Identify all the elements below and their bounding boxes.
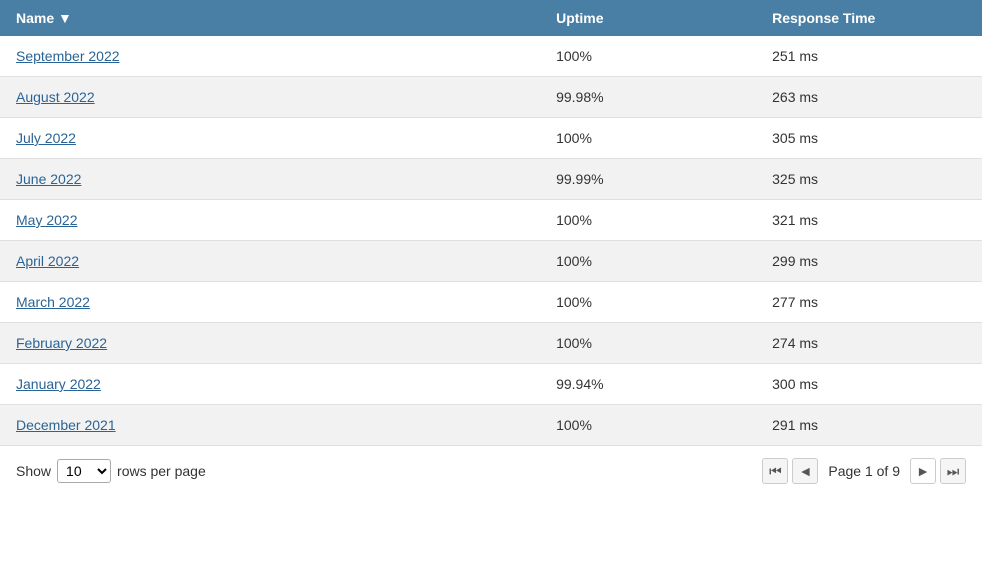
cell-response-time: 325 ms: [756, 159, 982, 200]
row-link[interactable]: June 2022: [16, 171, 81, 187]
data-table: Name ▼ Uptime Response Time September 20…: [0, 0, 982, 446]
show-label: Show: [16, 463, 51, 479]
table-row: April 2022 100%299 ms: [0, 241, 982, 282]
prev-page-button[interactable]: ◄: [792, 458, 818, 484]
row-link[interactable]: September 2022: [16, 48, 120, 64]
cell-response-time: 291 ms: [756, 405, 982, 446]
cell-name: September 2022: [0, 36, 540, 77]
table-row: May 2022 100%321 ms: [0, 200, 982, 241]
table-body: September 2022100%251 msAugust 202299.98…: [0, 36, 982, 446]
cell-response-time: 274 ms: [756, 323, 982, 364]
last-page-button[interactable]: ⏭: [940, 458, 966, 484]
first-page-button[interactable]: ⏮: [762, 458, 788, 484]
cell-response-time: 305 ms: [756, 118, 982, 159]
cell-uptime: 100%: [540, 405, 756, 446]
cell-response-time: 263 ms: [756, 77, 982, 118]
table-row: March 2022 100%277 ms: [0, 282, 982, 323]
row-link[interactable]: January 2022: [16, 376, 101, 392]
cell-name: February 2022: [0, 323, 540, 364]
col-header-name[interactable]: Name ▼: [0, 0, 540, 36]
rows-per-page-control: Show 102550100 rows per page: [16, 459, 206, 483]
row-link[interactable]: February 2022: [16, 335, 107, 351]
cell-uptime: 99.98%: [540, 77, 756, 118]
table-row: September 2022 100%251 ms: [0, 36, 982, 77]
row-link[interactable]: December 2021: [16, 417, 116, 433]
page-info: Page 1 of 9: [828, 463, 900, 479]
cell-uptime: 100%: [540, 36, 756, 77]
cell-uptime: 100%: [540, 282, 756, 323]
table-row: February 2022 100%274 ms: [0, 323, 982, 364]
cell-name: March 2022: [0, 282, 540, 323]
rows-per-page-select[interactable]: 102550100: [57, 459, 111, 483]
col-header-response-time: Response Time: [756, 0, 982, 36]
cell-name: June 2022: [0, 159, 540, 200]
cell-uptime: 100%: [540, 241, 756, 282]
cell-response-time: 277 ms: [756, 282, 982, 323]
rows-per-page-label: rows per page: [117, 463, 206, 479]
table-row: December 2021 100%291 ms: [0, 405, 982, 446]
cell-name: April 2022: [0, 241, 540, 282]
cell-uptime: 99.99%: [540, 159, 756, 200]
cell-response-time: 251 ms: [756, 36, 982, 77]
cell-uptime: 100%: [540, 118, 756, 159]
next-page-button[interactable]: ►: [910, 458, 936, 484]
table-footer: Show 102550100 rows per page ⏮ ◄ Page 1 …: [0, 446, 982, 496]
row-link[interactable]: August 2022: [16, 89, 95, 105]
pagination-controls: ⏮ ◄ Page 1 of 9 ► ⏭: [762, 458, 966, 484]
cell-response-time: 299 ms: [756, 241, 982, 282]
cell-uptime: 100%: [540, 200, 756, 241]
row-link[interactable]: April 2022: [16, 253, 79, 269]
cell-response-time: 300 ms: [756, 364, 982, 405]
row-link[interactable]: March 2022: [16, 294, 90, 310]
cell-name: August 2022: [0, 77, 540, 118]
cell-uptime: 100%: [540, 323, 756, 364]
cell-name: May 2022: [0, 200, 540, 241]
table-header-row: Name ▼ Uptime Response Time: [0, 0, 982, 36]
table-row: August 2022 99.98%263 ms: [0, 77, 982, 118]
row-link[interactable]: July 2022: [16, 130, 76, 146]
row-link[interactable]: May 2022: [16, 212, 77, 228]
cell-name: July 2022: [0, 118, 540, 159]
table-container: Name ▼ Uptime Response Time September 20…: [0, 0, 982, 496]
cell-uptime: 99.94%: [540, 364, 756, 405]
cell-name: January 2022: [0, 364, 540, 405]
table-row: June 2022 99.99%325 ms: [0, 159, 982, 200]
table-row: July 2022 100%305 ms: [0, 118, 982, 159]
cell-response-time: 321 ms: [756, 200, 982, 241]
cell-name: December 2021: [0, 405, 540, 446]
col-header-uptime: Uptime: [540, 0, 756, 36]
table-row: January 2022 99.94%300 ms: [0, 364, 982, 405]
